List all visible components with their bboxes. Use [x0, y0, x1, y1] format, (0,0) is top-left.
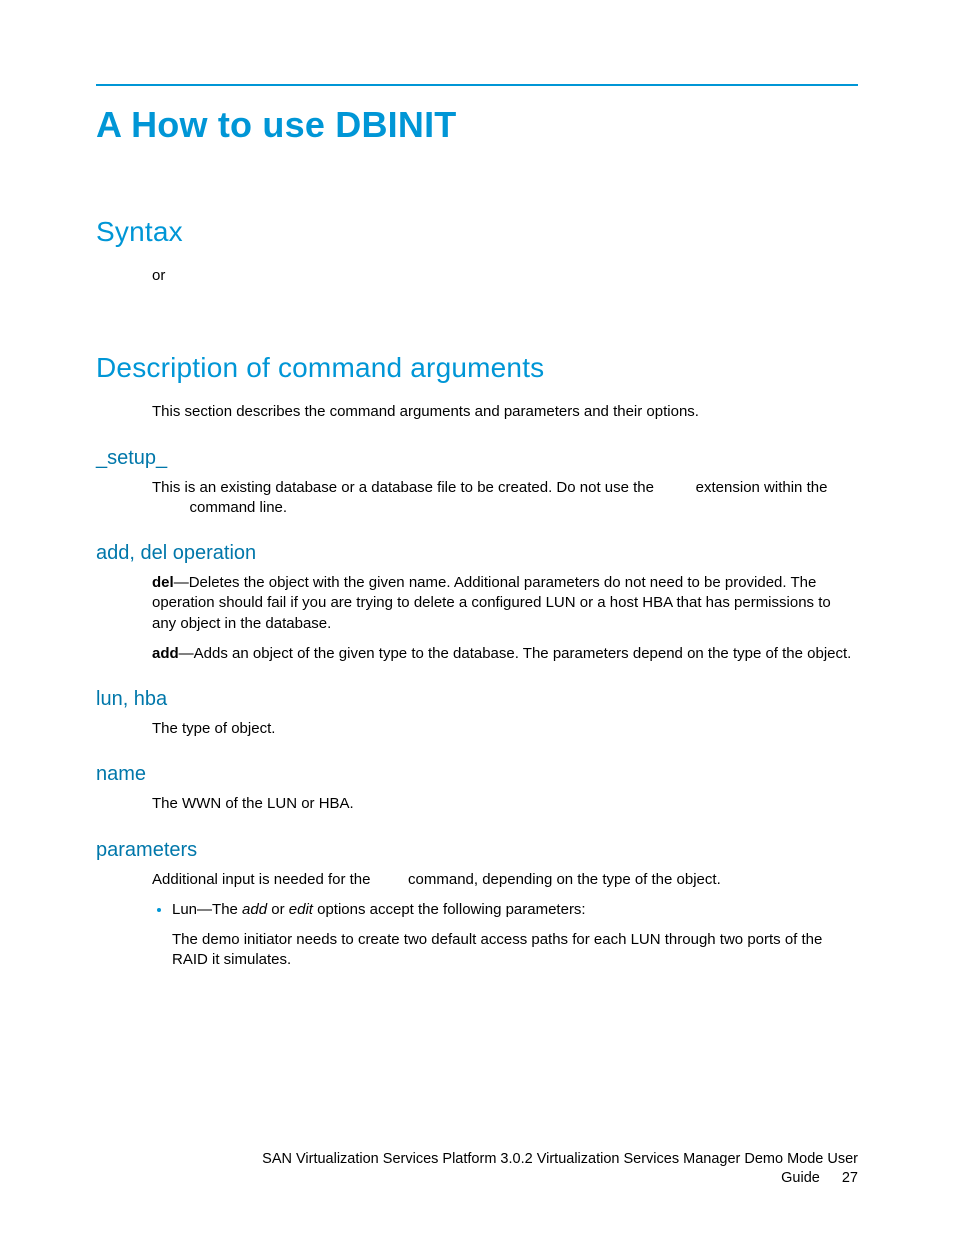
- syntax-or: or: [152, 266, 858, 286]
- setup-body: This is an existing database or a databa…: [152, 478, 858, 519]
- add-label: add: [152, 645, 179, 662]
- params-intro-b: command, depending on the type of the ob…: [408, 871, 721, 888]
- subsection-setup: _setup_: [96, 447, 858, 470]
- section-description: Description of command arguments: [96, 352, 858, 384]
- params-intro-a: Additional input is needed for the: [152, 871, 371, 888]
- setup-text-a: This is an existing database or a databa…: [152, 479, 654, 496]
- add-text: —Adds an object of the given type to the…: [179, 645, 852, 662]
- del-label: del: [152, 574, 174, 591]
- subsection-adddel: add, del operation: [96, 542, 858, 565]
- page-container: A How to use DBINIT Syntax or Descriptio…: [0, 0, 954, 1235]
- subsection-lunhba: lun, hba: [96, 688, 858, 711]
- syntax-body: or: [152, 266, 858, 286]
- del-text: —Deletes the object with the given name.…: [152, 574, 831, 632]
- bullet-lun-a: Lun—The: [172, 901, 242, 918]
- appendix-title: A How to use DBINIT: [96, 104, 858, 146]
- setup-text-b: extension within the: [696, 479, 828, 496]
- name-text: The WWN of the LUN or HBA.: [152, 794, 858, 814]
- bullet-add: add: [242, 901, 267, 918]
- add-para: add—Adds an object of the given type to …: [152, 644, 858, 664]
- setup-text: This is an existing database or a databa…: [152, 478, 858, 519]
- footer-line2-wrap: Guide 27: [96, 1169, 858, 1189]
- desc-body: This section describes the command argum…: [152, 402, 858, 422]
- name-body: The WWN of the LUN or HBA.: [152, 794, 858, 814]
- footer-line1: SAN Virtualization Services Platform 3.0…: [96, 1150, 858, 1170]
- setup-text-c: command line.: [190, 499, 288, 516]
- list-item: Lun—The add or edit options accept the f…: [172, 900, 858, 971]
- subsection-parameters: parameters: [96, 839, 858, 862]
- parameters-list: Lun—The add or edit options accept the f…: [152, 900, 858, 971]
- bullet-sub: The demo initiator needs to create two d…: [172, 930, 858, 971]
- top-rule: [96, 84, 858, 86]
- desc-intro: This section describes the command argum…: [152, 402, 858, 422]
- bullet-edit: edit: [289, 901, 313, 918]
- footer-line2: Guide: [781, 1170, 820, 1186]
- page-footer: SAN Virtualization Services Platform 3.0…: [96, 1150, 858, 1189]
- del-para: del—Deletes the object with the given na…: [152, 573, 858, 634]
- lunhba-body: The type of object.: [152, 719, 858, 739]
- lunhba-text: The type of object.: [152, 719, 858, 739]
- adddel-body: del—Deletes the object with the given na…: [152, 573, 858, 664]
- bullet-or: or: [267, 901, 289, 918]
- bullet-lun-b: options accept the following parameters:: [313, 901, 586, 918]
- section-syntax: Syntax: [96, 216, 858, 248]
- subsection-name: name: [96, 763, 858, 786]
- parameters-intro: Additional input is needed for the comma…: [152, 870, 858, 890]
- page-number: 27: [842, 1169, 858, 1189]
- parameters-body: Additional input is needed for the comma…: [152, 870, 858, 971]
